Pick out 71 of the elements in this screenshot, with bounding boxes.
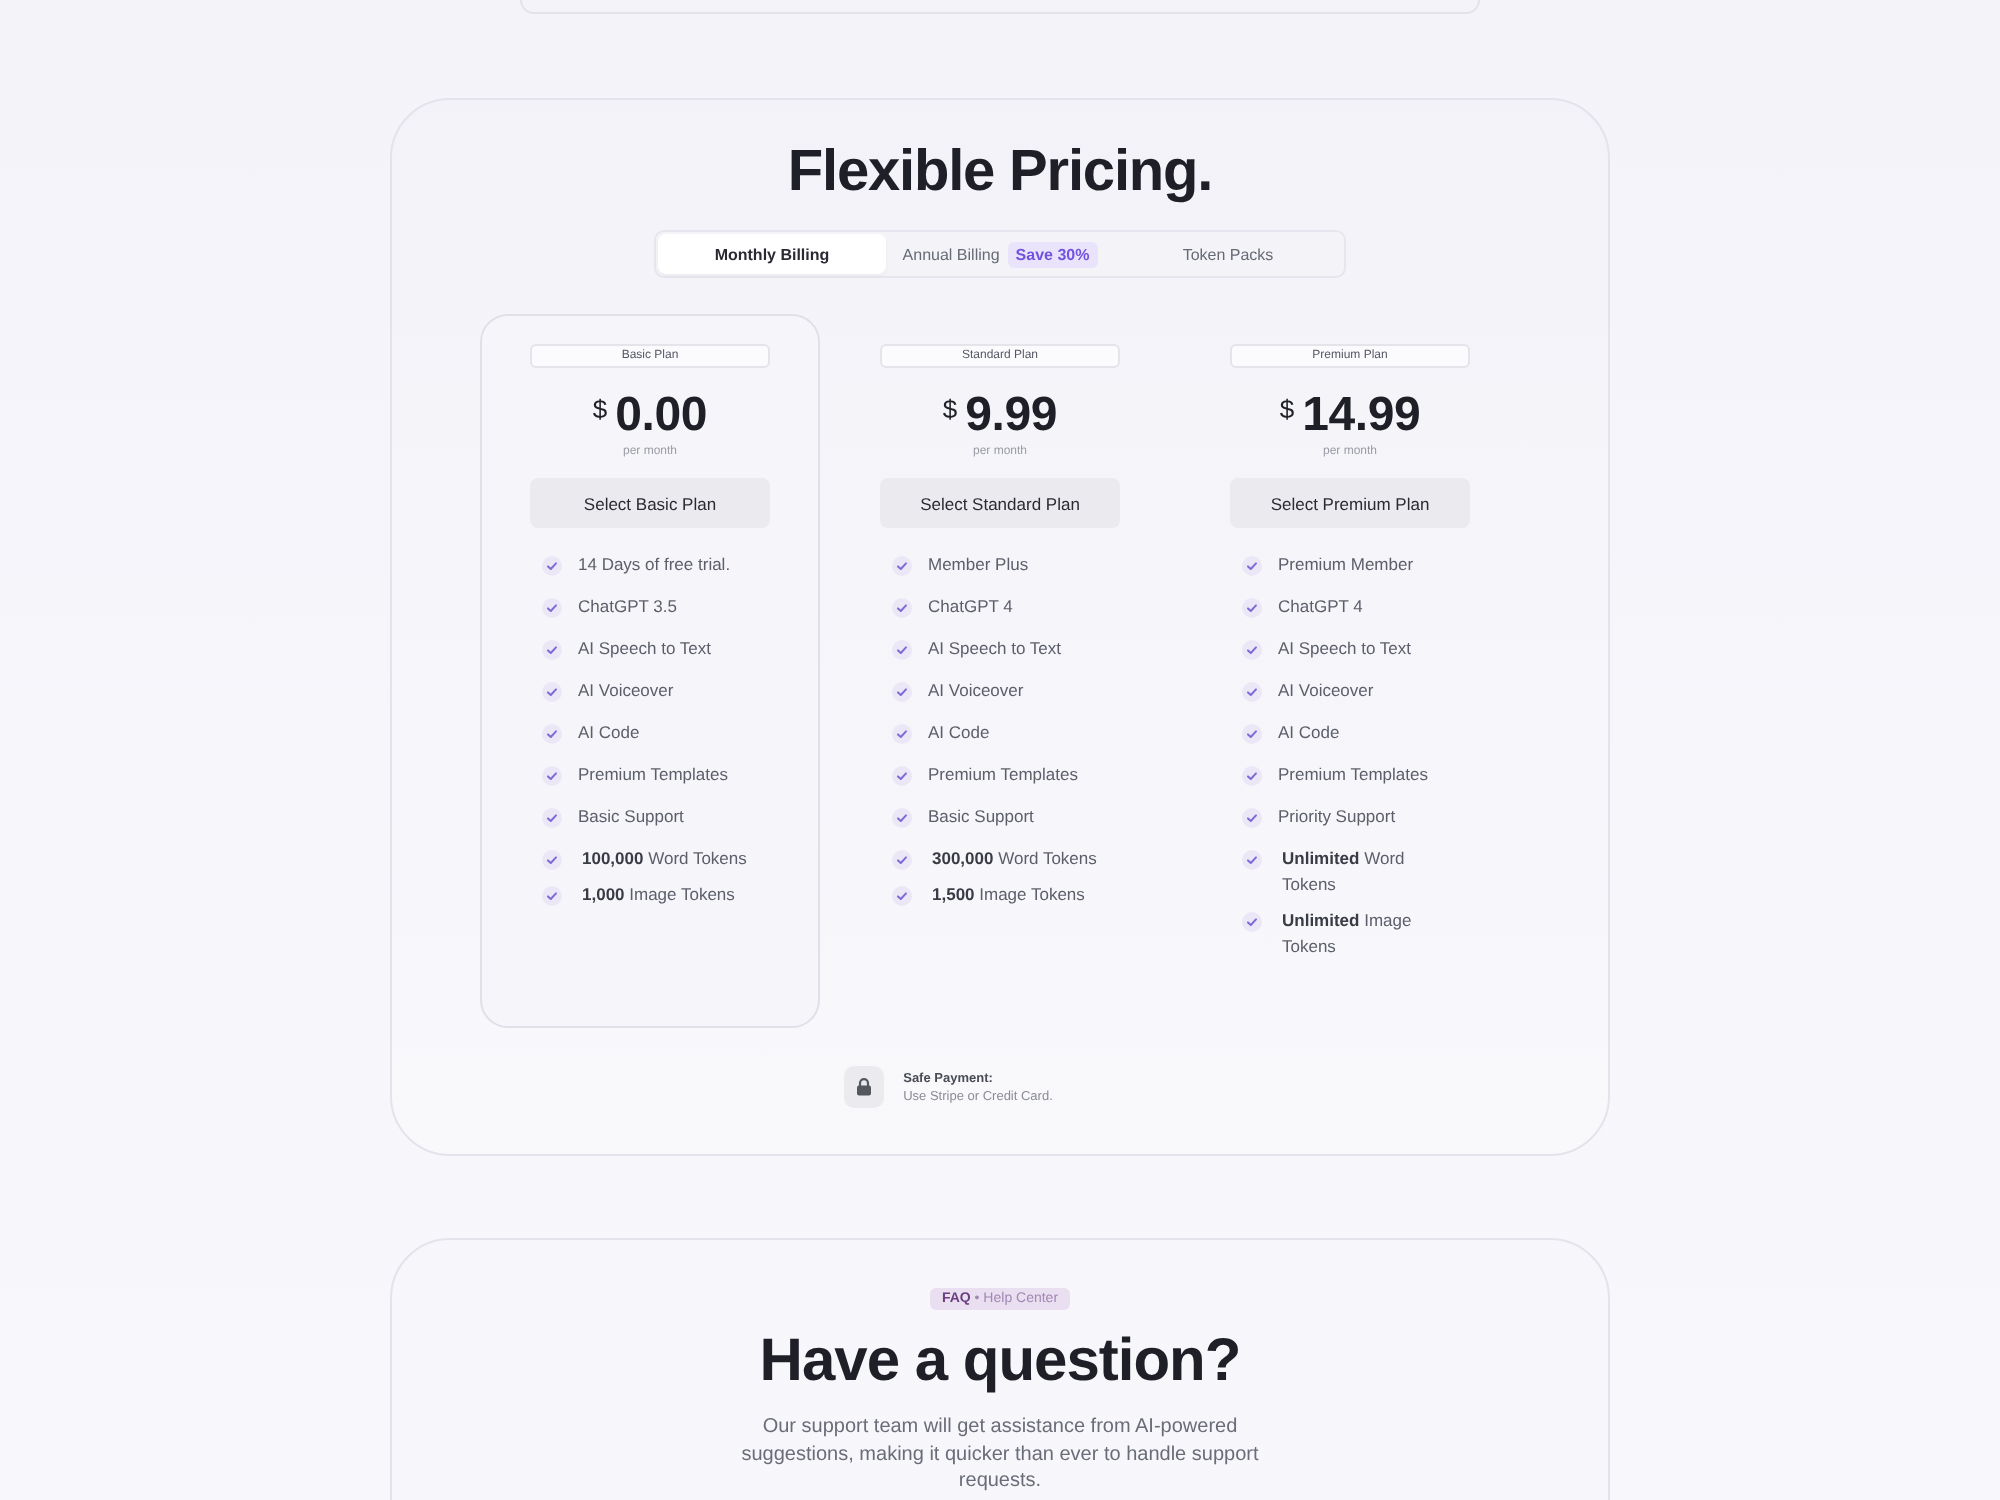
- check-icon: [892, 765, 912, 785]
- currency-symbol: $: [1279, 394, 1295, 426]
- check-icon: [892, 681, 912, 701]
- currency-symbol: $: [592, 394, 608, 426]
- feature-text: 14 Days of free trial.: [578, 552, 731, 578]
- feature-text: ChatGPT 3.5: [578, 594, 677, 620]
- check-icon: [892, 555, 912, 575]
- check-icon: [1242, 597, 1262, 617]
- check-icon: [892, 885, 912, 905]
- check-icon: [542, 807, 562, 827]
- check-icon: [1242, 911, 1262, 931]
- check-icon: [542, 885, 562, 905]
- check-icon: [542, 597, 562, 617]
- feature-text: Basic Support: [578, 804, 684, 830]
- check-icon: [1242, 681, 1262, 701]
- feature-text: Unlimited Image Tokens: [1282, 908, 1414, 960]
- check-icon: [892, 597, 912, 617]
- check-icon: [542, 555, 562, 575]
- check-icon: [1242, 723, 1262, 743]
- feature-text: AI Voiceover: [578, 678, 674, 704]
- discount-badge: Save 30%: [1007, 241, 1098, 267]
- feature-text: ChatGPT 4: [1278, 594, 1363, 620]
- feature-text: 1,500 Image Tokens: [932, 882, 1085, 908]
- feature-text: Premium Templates: [928, 762, 1078, 788]
- feature-text: AI Code: [928, 720, 990, 746]
- feature-text: AI Code: [1278, 720, 1340, 746]
- feature-text: AI Voiceover: [928, 678, 1024, 704]
- feature-text: ChatGPT 4: [928, 594, 1013, 620]
- check-icon: [542, 723, 562, 743]
- feature-text: Premium Templates: [1278, 762, 1428, 788]
- feature-text: Premium Member: [1278, 552, 1414, 578]
- feature-text: Premium Templates: [578, 762, 728, 788]
- feature-text: Member Plus: [928, 552, 1029, 578]
- check-icon: [892, 639, 912, 659]
- faq-title: Have a question?: [759, 1326, 1241, 1398]
- feature-text: AI Speech to Text: [578, 636, 711, 662]
- check-icon: [1242, 849, 1262, 869]
- feature-text: AI Voiceover: [1278, 678, 1374, 704]
- select-plan-button[interactable]: Select Basic Plan: [530, 478, 770, 528]
- select-plan-button[interactable]: Select Standard Plan: [880, 478, 1120, 528]
- feature-text: AI Speech to Text: [1278, 636, 1411, 662]
- select-plan-button[interactable]: Select Premium Plan: [1230, 478, 1470, 528]
- currency-symbol: $: [942, 394, 958, 426]
- check-icon: [1242, 765, 1262, 785]
- feature-text: AI Code: [578, 720, 640, 746]
- check-icon: [892, 849, 912, 869]
- billing-tab[interactable]: Annual Billing Save 30%: [886, 234, 1114, 274]
- check-icon: [542, 639, 562, 659]
- billing-tab[interactable]: Token Packs: [1114, 234, 1342, 274]
- plan-price: 9.99: [965, 388, 1058, 444]
- faq-description: Our support team will get assistance from AI-powered suggestions, making it quicker than ever to handle support requests.: [739, 1414, 1261, 1495]
- plan-price: 14.99: [1302, 388, 1421, 444]
- check-icon: [892, 723, 912, 743]
- section-title: Flexible Pricing.: [785, 138, 1215, 208]
- check-icon: [1242, 639, 1262, 659]
- check-icon: [1242, 807, 1262, 827]
- lock-icon: [843, 1066, 884, 1108]
- check-icon: [1242, 555, 1262, 575]
- billing-tab[interactable]: Monthly Billing: [658, 234, 886, 274]
- check-icon: [542, 681, 562, 701]
- feature-text: AI Speech to Text: [928, 636, 1061, 662]
- feature-text: 100,000 Word Tokens: [582, 846, 747, 872]
- check-icon: [542, 765, 562, 785]
- check-icon: [542, 849, 562, 869]
- check-icon: [892, 807, 912, 827]
- feature-text: 1,000 Image Tokens: [582, 882, 735, 908]
- plan-price: 0.00: [615, 388, 708, 444]
- feature-text: Basic Support: [928, 804, 1034, 830]
- feature-text: Priority Support: [1278, 804, 1396, 830]
- feature-text: Unlimited Word Tokens: [1282, 846, 1407, 898]
- feature-text: 300,000 Word Tokens: [932, 846, 1097, 872]
